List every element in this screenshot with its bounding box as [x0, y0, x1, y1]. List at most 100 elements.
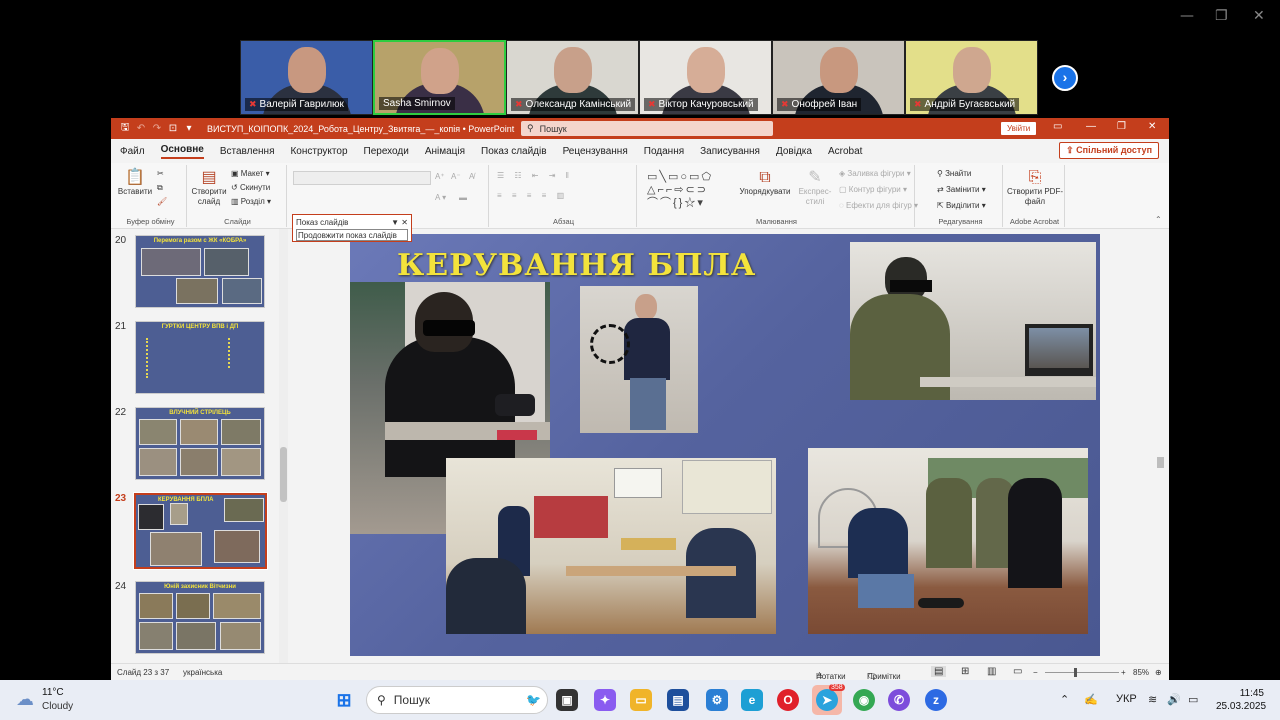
- viber-icon[interactable]: ✆: [888, 689, 910, 711]
- chrome-icon[interactable]: ◉: [853, 689, 875, 711]
- participant-tile[interactable]: ✖ Андрій Бугаєвський: [905, 40, 1038, 115]
- redo-icon[interactable]: ↷: [149, 123, 165, 134]
- zoom-in-icon[interactable]: +: [1121, 668, 1126, 677]
- slideshow-view-icon[interactable]: ▭: [1013, 666, 1022, 677]
- store-icon[interactable]: ▤: [667, 689, 689, 711]
- windows-start-icon[interactable]: ⊞: [333, 689, 355, 711]
- shrink-font-icon[interactable]: A⁻: [451, 172, 461, 181]
- tray-chevron-icon[interactable]: ⌃: [1060, 693, 1069, 706]
- zoom-icon[interactable]: z: [925, 689, 947, 711]
- minimize-icon[interactable]: —: [1180, 8, 1194, 24]
- system-clock[interactable]: 11:45 25.03.2025: [1216, 687, 1266, 713]
- select-button[interactable]: ⇱ Виділити ▾: [937, 201, 986, 210]
- shape-outline-button[interactable]: ▢ Контур фігури ▾: [839, 185, 907, 194]
- arrange-button[interactable]: ⧉ Упорядкувати: [739, 169, 791, 197]
- continue-slideshow-option[interactable]: Продовжити показ слайдів: [296, 229, 408, 241]
- tab-transitions[interactable]: Переходи: [364, 146, 409, 157]
- weather-temp[interactable]: 11°C: [42, 687, 64, 698]
- tab-insert[interactable]: Вставлення: [220, 146, 275, 157]
- zoom-slider[interactable]: [1045, 672, 1119, 673]
- normal-view-icon[interactable]: ▤: [931, 666, 947, 677]
- tab-file[interactable]: Файл: [120, 146, 145, 157]
- new-slide-button[interactable]: ▤ Створити слайд: [189, 169, 229, 207]
- cut-icon[interactable]: ✂: [157, 169, 164, 178]
- input-language[interactable]: УКР: [1116, 693, 1137, 705]
- zoom-out-icon[interactable]: −: [1033, 668, 1038, 677]
- save-icon[interactable]: 🖫: [117, 120, 133, 137]
- collapse-ribbon-icon[interactable]: ⌃: [1155, 215, 1162, 224]
- fit-slide-icon[interactable]: ⊕: [1155, 668, 1162, 677]
- font-family-box[interactable]: [293, 171, 431, 185]
- tab-acrobat[interactable]: Acrobat: [828, 146, 862, 157]
- dropdown-option[interactable]: Показ слайдів ▼ ✕: [296, 217, 408, 229]
- quick-styles-button[interactable]: ✎ Експрес-стилі: [795, 169, 835, 207]
- tab-review[interactable]: Рецензування: [563, 146, 628, 157]
- tab-animations[interactable]: Анімація: [425, 146, 465, 157]
- wifi-icon[interactable]: ≋: [1148, 693, 1157, 706]
- language-indicator[interactable]: українська: [183, 668, 222, 677]
- tab-view[interactable]: Подання: [644, 146, 684, 157]
- tab-slideshow[interactable]: Показ слайдів: [481, 146, 547, 157]
- participant-tile[interactable]: ✖ Валерій Гаврилюк: [240, 40, 373, 115]
- cloud-icon[interactable]: ☁: [16, 689, 34, 710]
- weather-condition[interactable]: Cloudy: [42, 701, 73, 712]
- font-color-icon[interactable]: A ▾: [435, 193, 446, 202]
- sorter-view-icon[interactable]: ⊞: [961, 666, 969, 677]
- thumbnails-scrollbar[interactable]: [279, 229, 288, 663]
- participant-tile[interactable]: ✖ Онофрей Іван: [772, 40, 905, 115]
- slide-thumbnail[interactable]: Перемога разом с ЖК «КОБРА»: [135, 235, 265, 308]
- restore-icon[interactable]: ❐: [1215, 8, 1228, 24]
- tab-help[interactable]: Довідка: [776, 146, 812, 157]
- customize-toolbar-icon[interactable]: ▾: [181, 123, 197, 134]
- slide-photo-classroom[interactable]: [446, 458, 776, 634]
- opera-icon[interactable]: O: [777, 689, 799, 711]
- settings-app-icon[interactable]: ⚙: [706, 689, 728, 711]
- file-explorer-icon[interactable]: ▭: [630, 689, 652, 711]
- volume-icon[interactable]: 🔊: [1167, 693, 1181, 706]
- present-icon[interactable]: ⊡: [165, 123, 181, 134]
- slide-photo-group-drone[interactable]: [808, 448, 1088, 634]
- slide-thumbnail[interactable]: ВЛУЧНИЙ СТРІЛЕЦЬ: [135, 407, 265, 480]
- window-minimize-icon[interactable]: —: [1086, 121, 1096, 132]
- slideshow-dropdown[interactable]: Показ слайдів ▼ ✕ Продовжити показ слайді…: [292, 214, 412, 242]
- slide-canvas[interactable]: КЕРУВАННЯ БПЛА: [350, 234, 1100, 656]
- replace-button[interactable]: ⇄ Замінити ▾: [937, 185, 986, 194]
- bullets-icon[interactable]: ☰ ☷ ⇤ ⇥ ‖: [497, 171, 573, 180]
- tab-design[interactable]: Конструктор: [290, 146, 347, 157]
- ribbon-display-icon[interactable]: ▭: [1053, 121, 1062, 132]
- scrollbar-thumb[interactable]: [1157, 457, 1164, 468]
- grow-font-icon[interactable]: A⁺: [435, 172, 445, 181]
- copy-icon[interactable]: ⧉: [157, 183, 163, 193]
- slide-scrollbar[interactable]: [1155, 229, 1166, 663]
- reset-button[interactable]: ↺ Скинути: [231, 183, 270, 192]
- slide-thumbnail-selected[interactable]: КЕРУВАННЯ БПЛА: [133, 492, 268, 570]
- slide-title[interactable]: КЕРУВАННЯ БПЛА: [397, 248, 756, 283]
- slide-photo-soldier[interactable]: [850, 242, 1096, 400]
- slide-thumbnail[interactable]: ГУРТКИ ЦЕНТРУ ВПВ і ДП: [135, 321, 265, 394]
- close-icon[interactable]: ✕: [1253, 8, 1265, 24]
- tab-home[interactable]: Основне: [160, 144, 204, 159]
- find-button[interactable]: ⚲ Знайти: [937, 169, 971, 178]
- zoom-level[interactable]: 85%: [1133, 668, 1149, 677]
- taskbar-search[interactable]: ⚲ Пошук 🐦: [366, 686, 548, 714]
- undo-icon[interactable]: ↶: [133, 123, 149, 134]
- shapes-gallery-icon[interactable]: ▭╲▭○▭⬠ △⌐⌐⇨⊂⊃ ⌒⌒{}☆▾: [647, 171, 733, 211]
- participant-tile-active[interactable]: Sasha Smirnov: [373, 40, 506, 115]
- highlight-icon[interactable]: ▬: [459, 193, 467, 202]
- section-button[interactable]: ▥ Розділ ▾: [231, 197, 271, 206]
- pen-icon[interactable]: ✍: [1084, 693, 1098, 706]
- window-close-icon[interactable]: ✕: [1148, 121, 1156, 132]
- slide-photo-instructor[interactable]: [580, 286, 698, 433]
- slide-thumbnail[interactable]: Юній захисник Вітчизни: [135, 581, 265, 654]
- share-button[interactable]: ⇪ Спільний доступ: [1059, 142, 1159, 159]
- next-participants-button[interactable]: ›: [1052, 65, 1078, 91]
- shape-fill-button[interactable]: ◈ Заливка фігури ▾: [839, 169, 911, 178]
- zoom-slider-thumb[interactable]: [1074, 668, 1077, 677]
- task-view-icon[interactable]: ▣: [556, 689, 578, 711]
- battery-icon[interactable]: ▭: [1188, 693, 1198, 706]
- scrollbar-thumb[interactable]: [280, 447, 287, 502]
- copilot-icon[interactable]: ✦: [594, 689, 616, 711]
- tab-record[interactable]: Записування: [700, 146, 760, 157]
- ribbon-search-box[interactable]: ⚲ Пошук: [521, 121, 773, 136]
- participant-tile[interactable]: ✖ Олександр Камінський: [506, 40, 639, 115]
